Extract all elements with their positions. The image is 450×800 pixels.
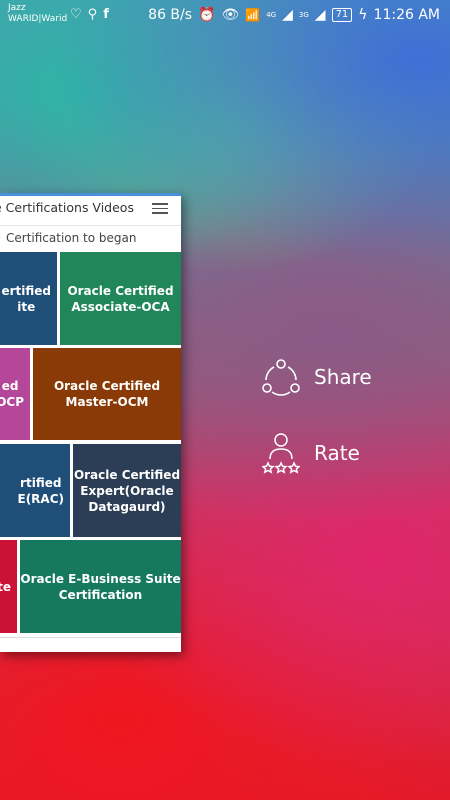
- panel-subtitle-bar: Certification to began: [0, 225, 181, 250]
- carrier-primary: Jazz: [8, 3, 26, 13]
- hamburger-menu-icon[interactable]: [152, 203, 168, 217]
- tile-oracle-rac[interactable]: rtified E(RAC): [0, 444, 70, 537]
- notification-icons: ♡⚲f: [70, 7, 115, 22]
- share-button[interactable]: Share: [262, 358, 372, 396]
- tile-oracle-datagaurd[interactable]: Oracle Certified Expert(Oracle Datagaurd…: [73, 444, 181, 537]
- tile-oracle-oca[interactable]: Oracle Certified Associate-OCA: [60, 252, 181, 345]
- alarm-icon: ⏰: [198, 7, 216, 23]
- status-bar: Jazz WARID|Warid ♡⚲f 86 B/s ⏰ 👁 📶 4G ◢ 3…: [0, 0, 450, 30]
- clock: 11:26 AM: [373, 7, 440, 23]
- tile-oracle-ocp[interactable]: ed OCP: [0, 348, 30, 440]
- panel-title: e Certifications Videos: [0, 200, 134, 215]
- network-type-1: 4G: [266, 11, 277, 19]
- heart-icon: ♡: [70, 7, 88, 22]
- carrier-secondary: WARID|Warid: [8, 14, 68, 24]
- tile-ate[interactable]: ate: [0, 540, 17, 633]
- panel-footer: [0, 637, 181, 652]
- wifi-icon: 📶: [245, 8, 261, 22]
- facebook-icon: f: [103, 7, 115, 22]
- carrier-info: Jazz WARID|Warid: [8, 3, 67, 25]
- eye-icon: 👁: [221, 7, 240, 23]
- share-label: Share: [314, 365, 372, 389]
- battery-level: 71: [335, 9, 349, 20]
- status-right: 86 B/s ⏰ 👁 📶 4G ◢ 3G ◢ 71 ϟ 11:26 AM: [148, 7, 440, 23]
- network-type-2: 3G: [298, 11, 309, 19]
- signal-icon-1: ◢: [282, 7, 293, 23]
- tile-oracle-ocm[interactable]: Oracle Certified Master-OCM: [33, 348, 181, 440]
- tile-ebusiness-suite[interactable]: Oracle E-Business Suite Certification: [20, 540, 181, 633]
- share-icon: [262, 359, 300, 396]
- panel-accent-line: [0, 193, 181, 196]
- battery-icon: 71: [331, 8, 353, 22]
- tile-certified-lite[interactable]: ertified ite: [0, 252, 57, 345]
- rate-label: Rate: [314, 441, 360, 465]
- rate-button[interactable]: Rate: [262, 432, 360, 474]
- charging-icon: ϟ: [358, 7, 368, 23]
- rate-icon: [262, 433, 300, 474]
- network-speed: 86 B/s: [148, 7, 193, 23]
- panel-subtitle: Certification to began: [6, 231, 137, 245]
- usb-icon: ⚲: [87, 7, 104, 22]
- app-preview-panel[interactable]: e Certifications Videos Certification to…: [0, 193, 181, 652]
- signal-icon-2: ◢: [314, 7, 326, 23]
